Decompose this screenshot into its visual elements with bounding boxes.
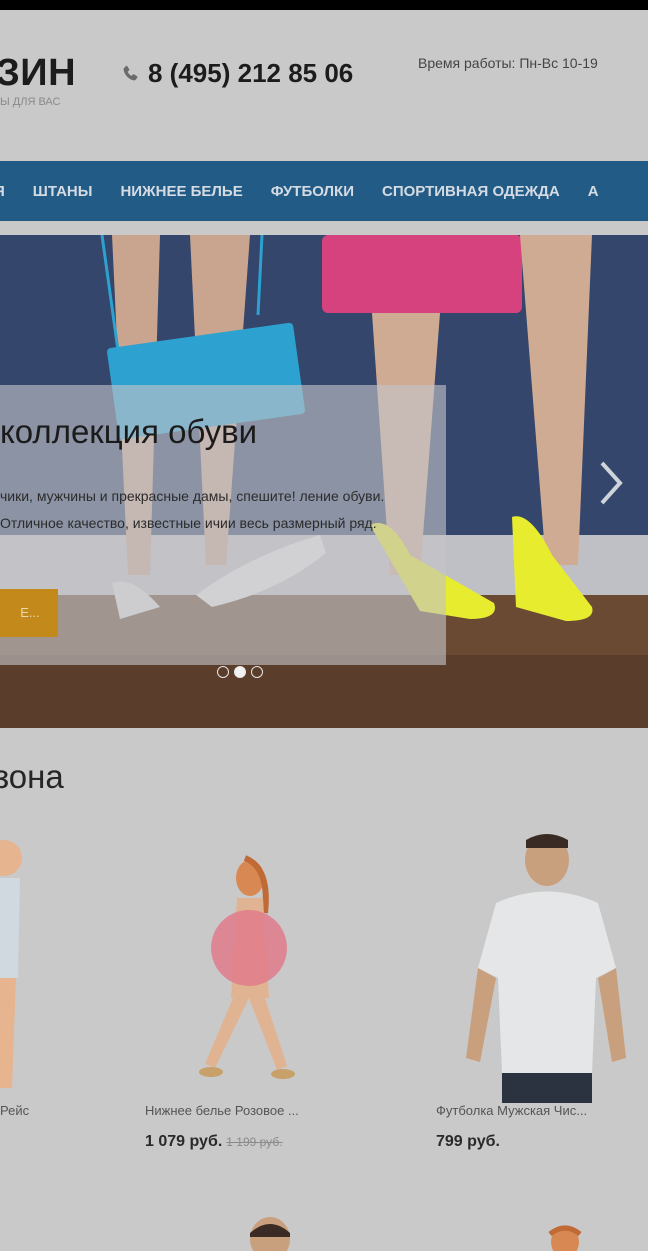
product-card[interactable]: Футболка Мужская Чис... 799 руб.: [436, 818, 636, 1173]
slider-dot-1[interactable]: [217, 666, 229, 678]
product-image: [0, 840, 22, 1088]
site-logo[interactable]: ЗИН: [0, 52, 76, 95]
working-hours: Время работы: Пн-Вс 10-19: [418, 55, 598, 71]
nav-item-pants[interactable]: ШТАНЫ: [33, 183, 93, 200]
hero-slider: коллекция обуви чики, мужчины и прекрасн…: [0, 235, 648, 728]
product-price: 1 079 руб. 1 199 руб.: [145, 1133, 283, 1151]
nav-item-sportswear[interactable]: СПОРТИВНАЯ ОДЕЖДА: [382, 183, 560, 200]
nav-item-underwear[interactable]: НИЖНЕЕ БЕЛЬЕ: [120, 183, 242, 200]
phone-contact[interactable]: 8 (495) 212 85 06: [120, 58, 353, 89]
price-current: 1 079 руб.: [145, 1133, 223, 1150]
chevron-right-icon[interactable]: [592, 457, 628, 509]
slider-dot-2[interactable]: [234, 666, 246, 678]
site-header: ЗИН Ы ДЛЯ ВАС 8 (495) 212 85 06 Время ра…: [0, 10, 648, 160]
section-title: зона: [0, 758, 64, 795]
product-image-next: [250, 1217, 290, 1251]
product-name[interactable]: Нижнее белье Розовое ...: [145, 1103, 345, 1118]
product-image-next: [548, 1225, 582, 1251]
product-price: 799 руб.: [436, 1133, 500, 1151]
hero-caption: коллекция обуви чики, мужчины и прекрасн…: [0, 385, 446, 665]
hero-more-button[interactable]: Е...: [0, 589, 58, 637]
nav-item-tshirts[interactable]: ФУТБОЛКИ: [271, 183, 354, 200]
page: ЗИН Ы ДЛЯ ВАС 8 (495) 212 85 06 Время ра…: [0, 10, 648, 1251]
product-card[interactable]: Нижнее белье Розовое ... 1 079 руб. 1 199…: [145, 818, 345, 1173]
phone-number: 8 (495) 212 85 06: [148, 58, 354, 88]
product-name[interactable]: Рейс: [0, 1103, 29, 1118]
product-name[interactable]: Футболка Мужская Чис...: [436, 1103, 636, 1118]
nav-item-partial[interactable]: Я: [0, 183, 5, 200]
main-nav: Я ШТАНЫ НИЖНЕЕ БЕЛЬЕ ФУТБОЛКИ СПОРТИВНАЯ…: [0, 161, 648, 221]
phone-icon: [123, 65, 138, 80]
slider-dots: [217, 666, 263, 678]
product-image: [466, 834, 626, 1103]
hero-text: чики, мужчины и прекрасные дамы, спешите…: [0, 488, 385, 531]
price-old: 1 199 руб.: [226, 1135, 283, 1149]
product-image: [199, 855, 295, 1079]
slider-dot-3[interactable]: [251, 666, 263, 678]
logo-tagline: Ы ДЛЯ ВАС: [0, 96, 61, 108]
price-current: 799 руб.: [436, 1133, 500, 1150]
nav-item-more[interactable]: А: [588, 183, 599, 200]
product-card[interactable]: Рейс: [0, 818, 40, 1173]
hero-title: коллекция обуви: [0, 413, 258, 450]
